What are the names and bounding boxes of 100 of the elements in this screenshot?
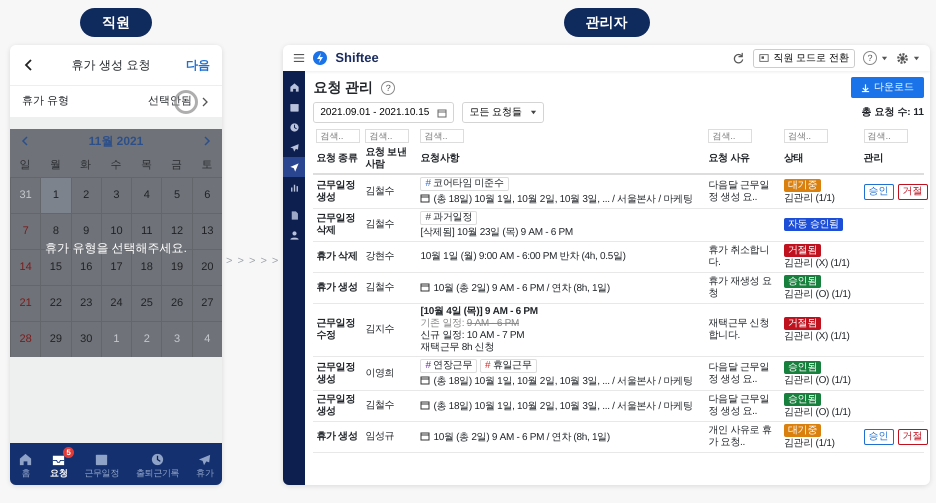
leave-type-label: 휴가 유형 (22, 94, 70, 110)
calendar-day[interactable]: 13 (192, 213, 222, 249)
request-type-text: 휴가 삭제 (316, 251, 358, 262)
reason-text: 다음달 근무일정 생성 요.. (708, 394, 770, 417)
month-title: 11월 2021 (88, 133, 144, 150)
column-header: 요청 종류 (316, 153, 358, 164)
search-field[interactable]: 검색.. (365, 129, 410, 143)
column-header: 요청 보낸 사람 (365, 147, 407, 170)
detail-text: [삭제됨] 10월 23일 (목) 9 AM - 6 PM (420, 227, 573, 238)
sender-name: 김철수 (365, 186, 394, 196)
help-button[interactable]: ? (862, 51, 877, 65)
status-badge: 대기중 (784, 424, 822, 437)
request-type-text: 휴가 생성 (316, 282, 358, 293)
approve-button[interactable]: 승인 (864, 184, 894, 200)
help-button[interactable]: ? (381, 80, 396, 94)
column-header: 상태 (784, 153, 804, 164)
reason-text: 다음달 근무일정 생성 요.. (708, 362, 770, 384)
calendar-day[interactable]: 2 (70, 177, 101, 213)
tab-item[interactable]: 5 요청 (44, 447, 74, 481)
notification-badge: 5 (63, 447, 74, 458)
status-badge: 승인됨 (784, 360, 822, 374)
tag-chip: # 연장근무 (420, 359, 478, 373)
weekday-label: 금 (171, 158, 182, 173)
status-badge: 거절됨 (784, 317, 822, 330)
total-count: 총 요청 수: 11 (862, 106, 924, 120)
schedule-text: 10월 (총 2일) 9 AM - 6 PM / 연차 (8h, 1일) (433, 432, 610, 442)
calendar-day[interactable]: 25 (131, 285, 162, 321)
calendar-day[interactable]: 7 (10, 213, 40, 249)
reason-text: 재택근무 신청합니다. (708, 318, 770, 341)
calendar-day[interactable]: 27 (192, 285, 222, 321)
approver-text: 김관리 (1/1) (784, 438, 835, 449)
status-badge: 대기중 (784, 178, 822, 192)
schedule-text: 10월 (총 2일) 9 AM - 6 PM / 연차 (8h, 1일) (433, 282, 610, 294)
detail-title: [10월 4일 (목)] 9 AM - 6 PM (420, 306, 538, 317)
calendar-day[interactable]: 20 (192, 249, 222, 285)
weekday-label: 화 (80, 158, 92, 173)
chevron-arrows: > > > > > (226, 254, 280, 270)
mode-switch-button[interactable]: 직원 모드로 전환 (753, 48, 855, 68)
tab-item[interactable]: 근무일정 (78, 447, 126, 481)
weekday-label: 월 (50, 158, 61, 173)
tab-item[interactable]: 출퇴근기록 (130, 447, 186, 481)
date-range-field[interactable]: 2021.09.01 - 2021.10.15 (313, 102, 454, 123)
request-filter-dropdown[interactable]: 모든 요청들 (462, 102, 544, 123)
search-field[interactable]: 검색.. (316, 129, 360, 143)
weekday-label: 일 (20, 158, 31, 173)
approver-text: 김관리 (O) (1/1) (784, 374, 851, 386)
weekday-label: 목 (140, 158, 152, 173)
search-field[interactable]: 검색.. (864, 129, 908, 143)
calendar-day[interactable]: 23 (70, 285, 101, 321)
sender-name: 임성규 (365, 431, 394, 442)
tab-item[interactable]: 홈 (12, 447, 40, 481)
detail-text: 10월 1일 (월) 9:00 AM - 6:00 PM 반차 (4h, 0.5일) (420, 251, 626, 262)
sender-name: 강현수 (365, 251, 394, 262)
column-header: 요청 사유 (708, 153, 750, 164)
reason-text: 개인 사유로 휴가 요청.. (708, 425, 772, 448)
calendar-day[interactable]: 1 (40, 177, 71, 213)
request-type-text: 휴가 생성 (316, 431, 358, 442)
search-field[interactable]: 검색.. (420, 129, 464, 143)
reject-button[interactable]: 거절 (898, 429, 928, 445)
weekday-label: 수 (110, 158, 122, 173)
calendar-day[interactable]: 6 (192, 177, 222, 213)
tag-chip: # 휴일근무 (480, 359, 537, 373)
detail-text: 신규 일정: 10 AM - 7 PM (420, 330, 524, 341)
status-badge: 승인됨 (784, 393, 822, 406)
reason-text: 다음달 근무일정 생성 요.. (708, 180, 770, 202)
sender-name: 김철수 (365, 282, 394, 293)
page-title: 요청 관리 (313, 78, 374, 97)
calendar-day[interactable]: 21 (10, 285, 40, 321)
calendar-day[interactable]: 3 (100, 177, 132, 213)
status-badge: 거절됨 (784, 244, 822, 257)
sender-name: 김지수 (365, 324, 394, 335)
calendar-day[interactable]: 5 (161, 177, 192, 213)
schedule-text: (총 18일) 10월 1일, 10월 2일, 10월 3일, ... / 서울본사 / 마케팅 (433, 376, 692, 387)
sender-name: 이영희 (365, 368, 394, 378)
calendar-day[interactable]: 4 (131, 177, 162, 213)
schedule-text: (총 18일) 10월 1일, 10월 2일, 10월 3일, ... / 서울본사 / 마케팅 (433, 400, 692, 412)
weekday-label: 토 (201, 158, 212, 173)
screen-title: 휴가 생성 요청 (72, 57, 150, 74)
download-button[interactable]: 다운로드 (850, 77, 924, 98)
column-header: 관리 (864, 153, 884, 164)
calendar-day[interactable]: 22 (40, 285, 71, 321)
tag-chip: # 과거일정 (420, 211, 478, 225)
request-type-text: 근무일정 생성 (316, 180, 356, 202)
approver-text: 김관리 (1/1) (784, 192, 835, 204)
calendar-day[interactable]: 26 (161, 285, 192, 321)
column-header: 요청사항 (420, 153, 460, 164)
search-field[interactable]: 검색.. (708, 129, 752, 143)
reject-button[interactable]: 거절 (898, 184, 928, 200)
search-field[interactable]: 검색.. (784, 129, 828, 143)
next-button[interactable]: 다음 (186, 56, 210, 74)
approver-text: 김관리 (X) (1/1) (784, 258, 850, 269)
calendar-day[interactable]: 14 (10, 249, 40, 285)
approver-text: 김관리 (O) (1/1) (784, 289, 851, 300)
tab-item[interactable]: 휴가 (190, 447, 220, 481)
tag-chip: # 코어타임 미준수 (420, 177, 509, 191)
approve-button[interactable]: 승인 (864, 429, 894, 445)
admin-label: 관리자 (564, 8, 650, 37)
calendar-day[interactable]: 24 (100, 285, 132, 321)
sender-name: 김철수 (365, 219, 394, 230)
leave-type-value[interactable]: 선택안됨 (148, 93, 192, 110)
